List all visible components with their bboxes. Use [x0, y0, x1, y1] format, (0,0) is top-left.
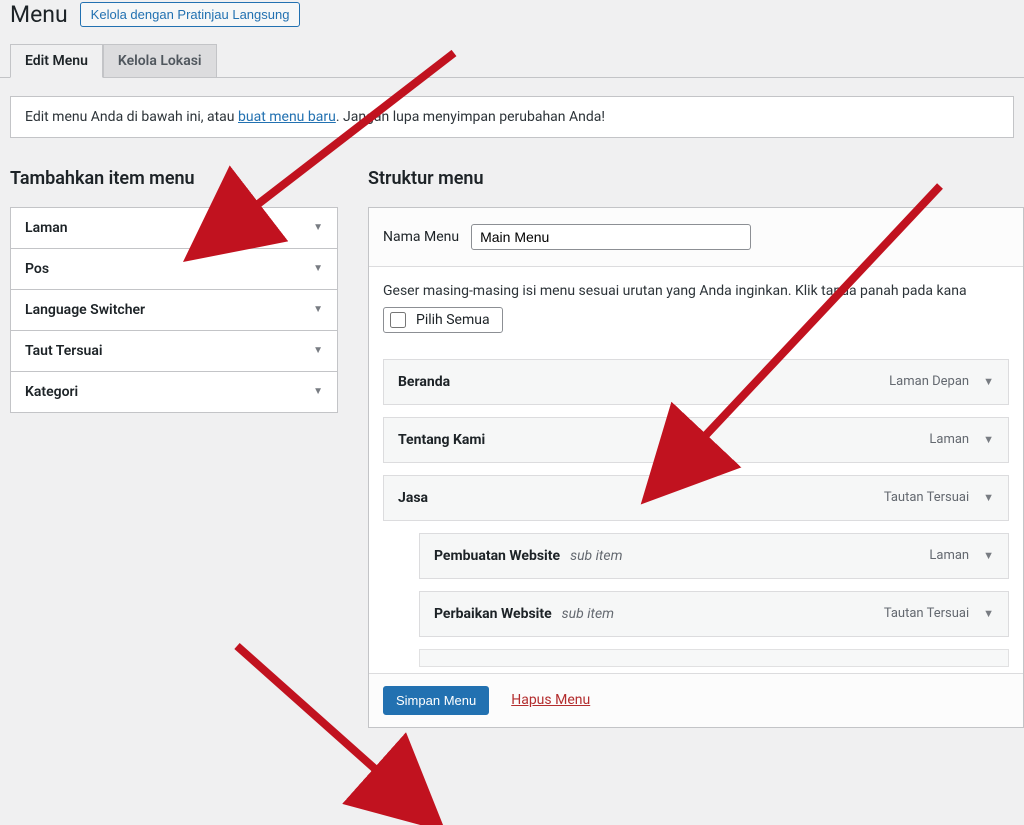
select-all-checkbox[interactable]	[390, 312, 406, 328]
caret-down-icon: ▼	[313, 386, 323, 397]
create-new-menu-link[interactable]: buat menu baru	[238, 109, 336, 125]
structure-instructions: Geser masing-masing isi menu sesuai urut…	[369, 267, 1023, 307]
accordion-lang-label: Language Switcher	[25, 302, 145, 318]
menu-item[interactable]: Tentang Kami Laman ▼	[383, 417, 1009, 463]
menu-item[interactable]: Perbaikan Website sub item Tautan Tersuai ▼	[419, 591, 1009, 637]
structure-heading: Struktur menu	[368, 168, 1024, 189]
caret-down-icon[interactable]: ▼	[983, 549, 994, 562]
structure-footer: Simpan Menu Hapus Menu	[369, 673, 1023, 727]
menu-structure-panel: Nama Menu Geser masing-masing isi menu s…	[368, 207, 1024, 728]
add-items-accordion: Laman ▼ Pos ▼ Language Switcher ▼ Taut T…	[10, 207, 338, 413]
menu-item-title: Jasa	[398, 490, 428, 506]
menu-item-sub-label: sub item	[570, 548, 622, 564]
save-menu-button[interactable]: Simpan Menu	[383, 686, 489, 715]
caret-down-icon: ▼	[313, 345, 323, 356]
menu-item-title: Beranda	[398, 374, 450, 390]
menu-item-partial	[419, 649, 1009, 667]
accordion-categories-label: Kategori	[25, 384, 78, 400]
caret-down-icon: ▼	[313, 304, 323, 315]
menu-item[interactable]: Beranda Laman Depan ▼	[383, 359, 1009, 405]
menu-item[interactable]: Pembuatan Website sub item Laman ▼	[419, 533, 1009, 579]
page-title: Menu	[10, 0, 68, 30]
caret-down-icon[interactable]: ▼	[983, 433, 994, 446]
accordion-posts[interactable]: Pos ▼	[11, 249, 337, 290]
menu-name-label: Nama Menu	[383, 229, 459, 245]
menu-name-input[interactable]	[471, 224, 751, 250]
accordion-pages[interactable]: Laman ▼	[11, 208, 337, 249]
menu-tabs: Edit Menu Kelola Lokasi	[0, 44, 1024, 78]
accordion-categories[interactable]: Kategori ▼	[11, 372, 337, 412]
menu-item-type: Laman	[929, 548, 969, 563]
add-items-heading: Tambahkan item menu	[10, 168, 338, 189]
delete-menu-link[interactable]: Hapus Menu	[511, 692, 590, 708]
caret-down-icon[interactable]: ▼	[983, 375, 994, 388]
menu-item-type: Tautan Tersuai	[884, 490, 969, 505]
menu-item-sub-label: sub item	[562, 606, 614, 622]
manage-live-preview-button[interactable]: Kelola dengan Pratinjau Langsung	[80, 2, 301, 27]
edit-menu-notice: Edit menu Anda di bawah ini, atau buat m…	[10, 96, 1014, 138]
menu-item-type: Laman Depan	[889, 374, 969, 389]
tab-edit-menu[interactable]: Edit Menu	[10, 44, 103, 78]
select-all-control[interactable]: Pilih Semua	[383, 307, 503, 333]
menu-item-title: Pembuatan Website	[434, 548, 560, 564]
caret-down-icon: ▼	[313, 222, 323, 233]
accordion-custom-links[interactable]: Taut Tersuai ▼	[11, 331, 337, 372]
accordion-pages-label: Laman	[25, 220, 68, 236]
menu-item[interactable]: Jasa Tautan Tersuai ▼	[383, 475, 1009, 521]
notice-text-prefix: Edit menu Anda di bawah ini, atau	[25, 109, 238, 125]
accordion-posts-label: Pos	[25, 261, 49, 277]
caret-down-icon: ▼	[313, 263, 323, 274]
caret-down-icon[interactable]: ▼	[983, 491, 994, 504]
menu-items-list: BerandaLaman Depan▼Tentang KamiLaman▼Jas…	[369, 333, 1023, 673]
menu-item-title: Perbaikan Website	[434, 606, 552, 622]
select-all-label: Pilih Semua	[416, 312, 490, 328]
notice-text-suffix: . Jangan lupa menyimpan perubahan Anda!	[336, 109, 605, 125]
accordion-language-switcher[interactable]: Language Switcher ▼	[11, 290, 337, 331]
tab-manage-locations[interactable]: Kelola Lokasi	[103, 44, 217, 78]
caret-down-icon[interactable]: ▼	[983, 607, 994, 620]
menu-item-title: Tentang Kami	[398, 432, 485, 448]
menu-item-type: Tautan Tersuai	[884, 606, 969, 621]
accordion-custom-label: Taut Tersuai	[25, 343, 103, 359]
menu-item-type: Laman	[929, 432, 969, 447]
